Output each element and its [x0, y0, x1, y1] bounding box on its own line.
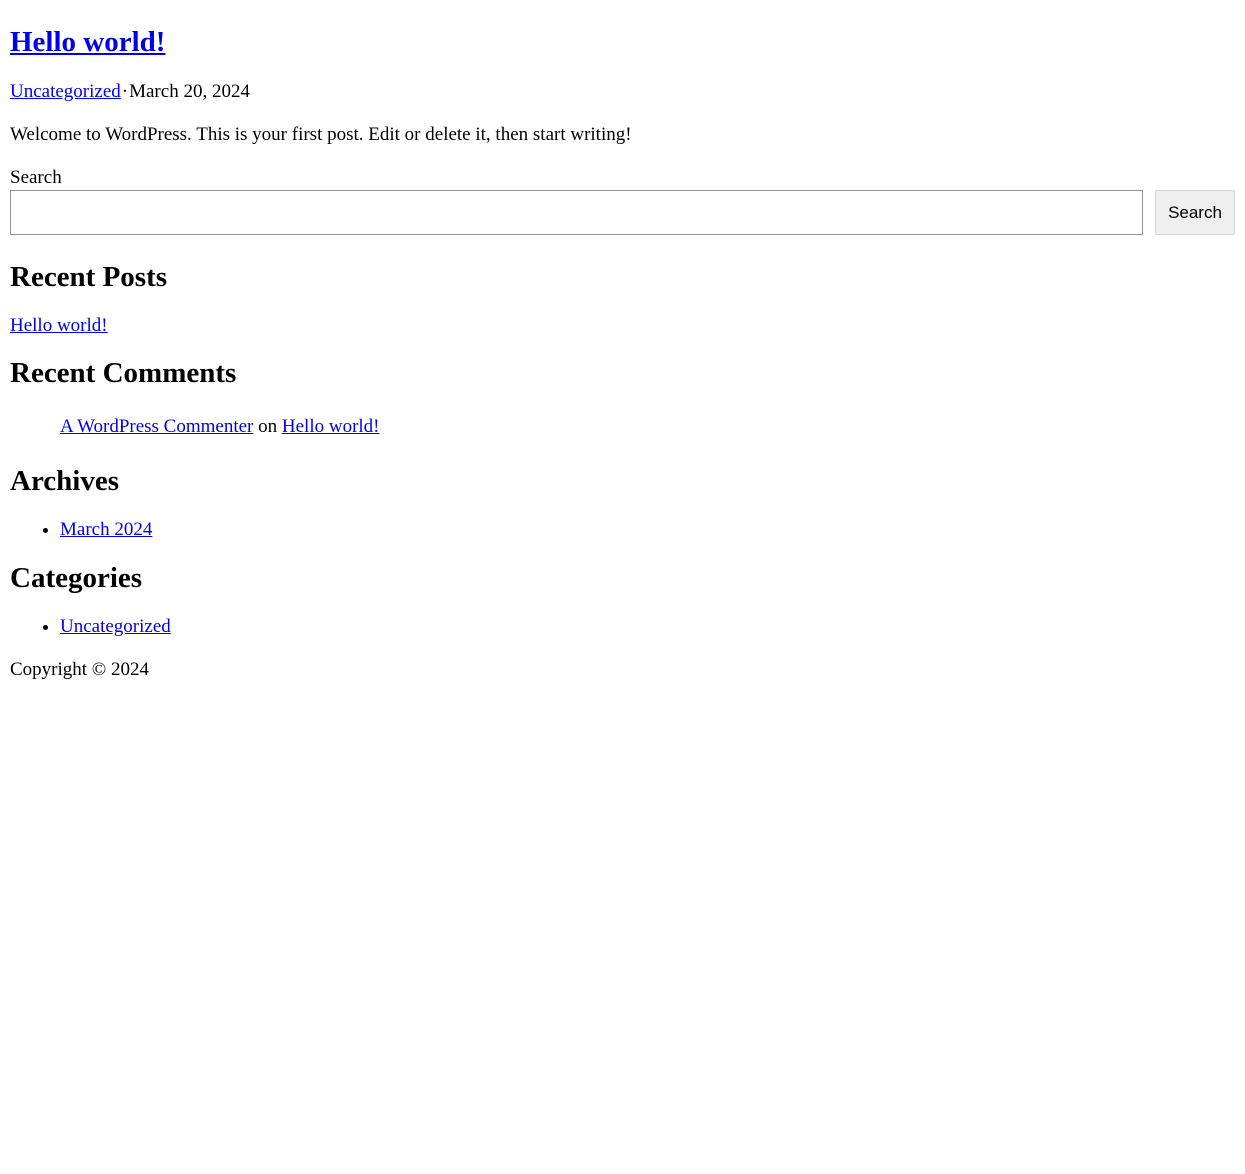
archive-item: March 2024: [60, 518, 1235, 542]
meta-separator: ·: [121, 81, 129, 102]
search-label: Search: [10, 167, 62, 188]
post-title-link[interactable]: Hello world!: [10, 26, 165, 58]
post-title: Hello world!: [10, 0, 1235, 60]
search-input[interactable]: [10, 190, 1143, 235]
category-link[interactable]: Uncategorized: [60, 616, 171, 637]
page: Hello world! Uncategorized·March 20, 202…: [0, 0, 1245, 682]
recent-comments-list: A WordPress Commenter on Hello world!: [10, 415, 1235, 439]
post-date: March 20, 2024: [129, 81, 250, 102]
recent-post-link[interactable]: Hello world!: [10, 315, 108, 336]
search-row: Search: [10, 190, 1235, 235]
archives-heading: Archives: [10, 465, 120, 497]
categories-list: Uncategorized: [10, 615, 1235, 639]
comment-item: A WordPress Commenter on Hello world!: [60, 415, 1235, 439]
recent-posts-heading: Recent Posts: [10, 261, 168, 293]
comment-post-link[interactable]: Hello world!: [282, 416, 380, 437]
footer-copyright: Copyright © 2024: [10, 659, 149, 680]
archives-list: March 2024: [10, 518, 1235, 542]
comment-author-link[interactable]: A WordPress Commenter: [60, 416, 253, 437]
category-item: Uncategorized: [60, 615, 1235, 639]
search-button[interactable]: Search: [1155, 190, 1235, 235]
archive-link[interactable]: March 2024: [60, 519, 152, 540]
recent-comments-widget: Recent Comments A WordPress Commenter on…: [10, 355, 1235, 439]
recent-comments-heading: Recent Comments: [10, 357, 237, 389]
recent-post-item: Hello world!: [10, 314, 1235, 338]
archives-widget: Archives March 2024: [10, 463, 1235, 542]
recent-posts-widget: Recent Posts Hello world!: [10, 259, 1235, 338]
post-category-link[interactable]: Uncategorized: [10, 81, 121, 102]
categories-widget: Categories Uncategorized: [10, 560, 1235, 639]
categories-heading: Categories: [10, 562, 143, 594]
post-excerpt: Welcome to WordPress. This is your first…: [10, 124, 632, 145]
comment-connector: on: [258, 416, 278, 437]
post: Hello world! Uncategorized·March 20, 202…: [10, 0, 1235, 147]
search-form: Search Search: [10, 166, 1235, 235]
post-meta: Uncategorized·March 20, 2024: [10, 80, 1235, 104]
